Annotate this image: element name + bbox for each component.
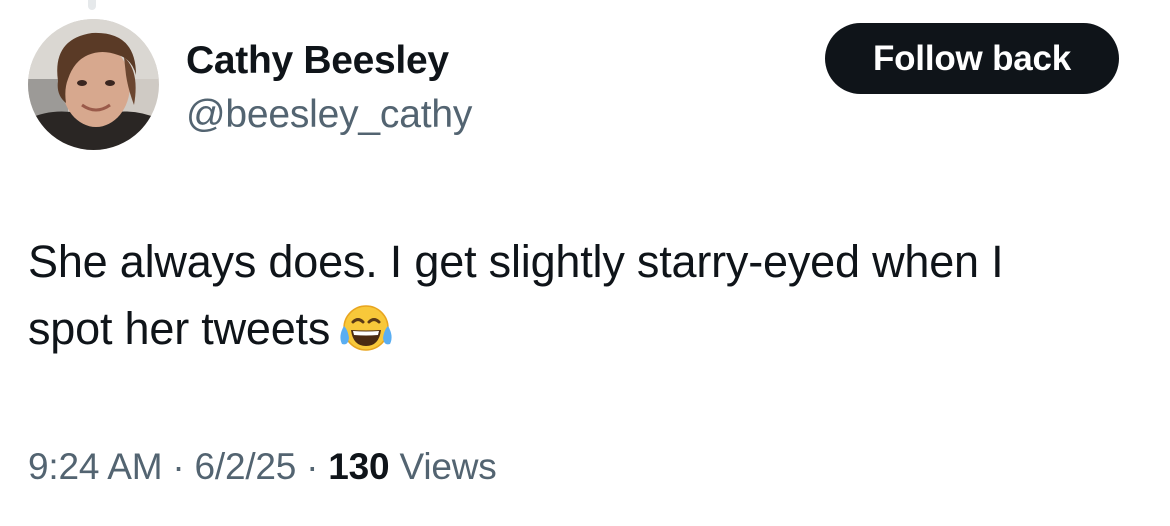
tweet-text: She always does. I get slightly starry-e…: [28, 228, 1148, 372]
tweet-text-line: spot her tweets: [28, 295, 1148, 372]
views-label: Views: [399, 446, 497, 487]
tweet-text-segment: spot her tweets: [28, 303, 331, 354]
thread-connector-line: [88, 0, 96, 10]
tweet-text-line: She always does. I get slightly starry-e…: [28, 236, 1004, 287]
display-name[interactable]: Cathy Beesley: [186, 38, 472, 84]
tweet-card: Cathy Beesley @beesley_cathy Follow back…: [0, 0, 1170, 526]
face-with-tears-of-joy-icon: [338, 302, 394, 372]
user-handle[interactable]: @beesley_cathy: [186, 92, 472, 138]
views-count: 130: [328, 446, 390, 487]
tweet-meta: 9:24 AM · 6/2/25 · 130 Views: [28, 445, 497, 489]
tweet-time[interactable]: 9:24 AM: [28, 446, 163, 487]
meta-separator: ·: [306, 446, 319, 487]
tweet-date[interactable]: 6/2/25: [194, 446, 296, 487]
author-block: Cathy Beesley @beesley_cathy: [186, 38, 472, 138]
meta-separator: ·: [172, 446, 185, 487]
follow-back-button[interactable]: Follow back: [825, 23, 1119, 94]
avatar[interactable]: [28, 19, 159, 150]
